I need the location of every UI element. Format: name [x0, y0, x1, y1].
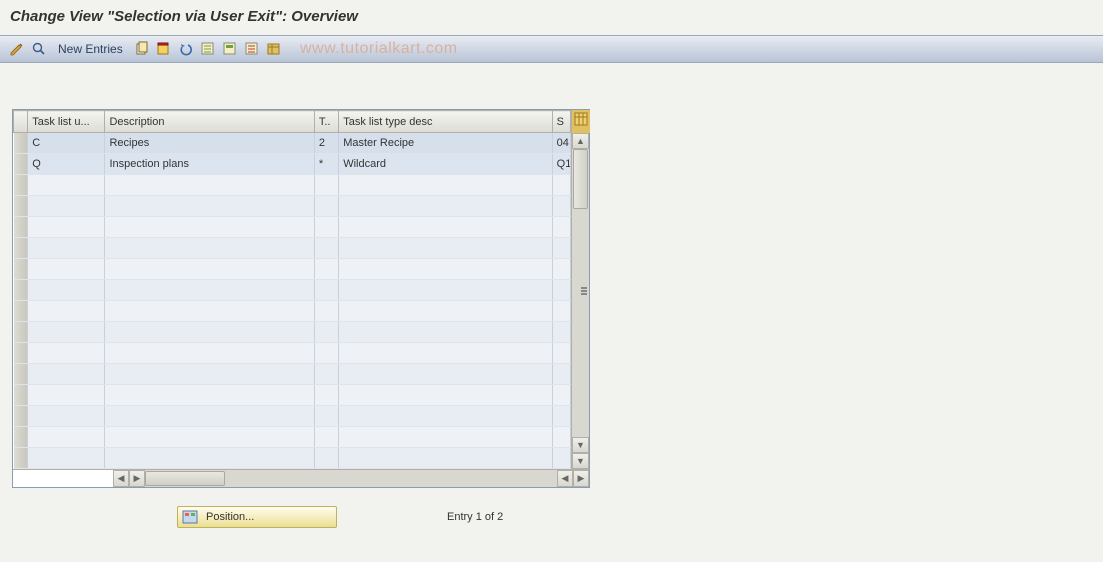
table-row-empty[interactable] [14, 322, 571, 343]
row-selector-cell[interactable] [14, 154, 28, 175]
find-icon[interactable] [30, 40, 48, 58]
copy-as-icon[interactable] [133, 40, 151, 58]
scroll-down-icon[interactable]: ▼ [572, 437, 589, 453]
page-title: Change View "Selection via User Exit": O… [0, 0, 1103, 35]
cell-usage[interactable]: C [28, 133, 105, 154]
col-header-description[interactable]: Description [105, 111, 314, 133]
table-row-empty[interactable] [14, 280, 571, 301]
cell-s[interactable]: Q1 [552, 154, 570, 175]
undo-change-icon[interactable] [177, 40, 195, 58]
table-row-empty[interactable] [14, 364, 571, 385]
scroll-left-end-icon[interactable]: ◀ [557, 470, 573, 487]
cell-description[interactable]: Inspection plans [105, 154, 314, 175]
scroll-track-horizontal[interactable] [145, 470, 557, 487]
col-header-type-desc[interactable]: Task list type desc [339, 111, 552, 133]
col-header-s[interactable]: S [552, 111, 570, 133]
footer-bar: Position... Entry 1 of 2 [12, 506, 1103, 528]
table-row-empty[interactable] [14, 448, 571, 469]
table-settings-icon[interactable] [265, 40, 283, 58]
content-area: Task list u... Description T.. Task list… [0, 63, 1103, 528]
scroll-up-icon[interactable]: ▲ [572, 133, 589, 149]
horizontal-scrollbar[interactable]: ◀ ▶ ◀ ▶ [13, 469, 589, 487]
table-row[interactable]: Q Inspection plans * Wildcard Q1 [14, 154, 571, 175]
cell-type-desc[interactable]: Wildcard [339, 154, 552, 175]
table-row[interactable]: C Recipes 2 Master Recipe 04 [14, 133, 571, 154]
table-row-empty[interactable] [14, 259, 571, 280]
table-row-empty[interactable] [14, 427, 571, 448]
scroll-thumb-vertical[interactable] [573, 149, 588, 209]
configure-columns-icon[interactable] [572, 110, 590, 133]
cell-description[interactable]: Recipes [105, 133, 314, 154]
position-icon [182, 510, 198, 524]
position-button-label: Position... [206, 511, 254, 523]
new-entries-button[interactable]: New Entries [52, 42, 129, 56]
app-toolbar: New Entries www.tutorialkart.com [0, 35, 1103, 63]
cell-type[interactable]: 2 [314, 133, 338, 154]
select-all-icon[interactable] [199, 40, 217, 58]
row-selector-header[interactable] [14, 111, 28, 133]
table-row-empty[interactable] [14, 217, 571, 238]
scroll-right-step-icon[interactable]: ▶ [129, 470, 145, 487]
scroll-track-vertical[interactable] [572, 149, 589, 437]
cell-type-desc[interactable]: Master Recipe [339, 133, 552, 154]
toggle-display-change-icon[interactable] [8, 40, 26, 58]
select-block-icon[interactable] [221, 40, 239, 58]
deselect-all-icon[interactable] [243, 40, 261, 58]
table-container: Task list u... Description T.. Task list… [12, 109, 590, 488]
scroll-left-icon[interactable]: ◀ [113, 470, 129, 487]
watermark-text: www.tutorialkart.com [300, 40, 458, 58]
data-table: Task list u... Description T.. Task list… [13, 110, 571, 469]
col-header-usage[interactable]: Task list u... [28, 111, 105, 133]
table-row-empty[interactable] [14, 196, 571, 217]
table-row-empty[interactable] [14, 385, 571, 406]
scroll-thumb-horizontal[interactable] [145, 471, 225, 486]
vertical-scrollbar[interactable]: ▲ ▼ ▼ [571, 110, 589, 469]
table-row-empty[interactable] [14, 406, 571, 427]
cell-s[interactable]: 04 [552, 133, 570, 154]
scroll-down-end-icon[interactable]: ▼ [572, 453, 589, 469]
row-selector-cell[interactable] [14, 133, 28, 154]
table-row-empty[interactable] [14, 238, 571, 259]
table-row-empty[interactable] [14, 343, 571, 364]
scroll-right-icon[interactable]: ▶ [573, 470, 589, 487]
table-row-empty[interactable] [14, 175, 571, 196]
entry-status-text: Entry 1 of 2 [447, 511, 503, 523]
position-button[interactable]: Position... [177, 506, 337, 528]
col-header-type[interactable]: T.. [314, 111, 338, 133]
table-row-empty[interactable] [14, 301, 571, 322]
cell-type[interactable]: * [314, 154, 338, 175]
cell-usage[interactable]: Q [28, 154, 105, 175]
delete-icon[interactable] [155, 40, 173, 58]
